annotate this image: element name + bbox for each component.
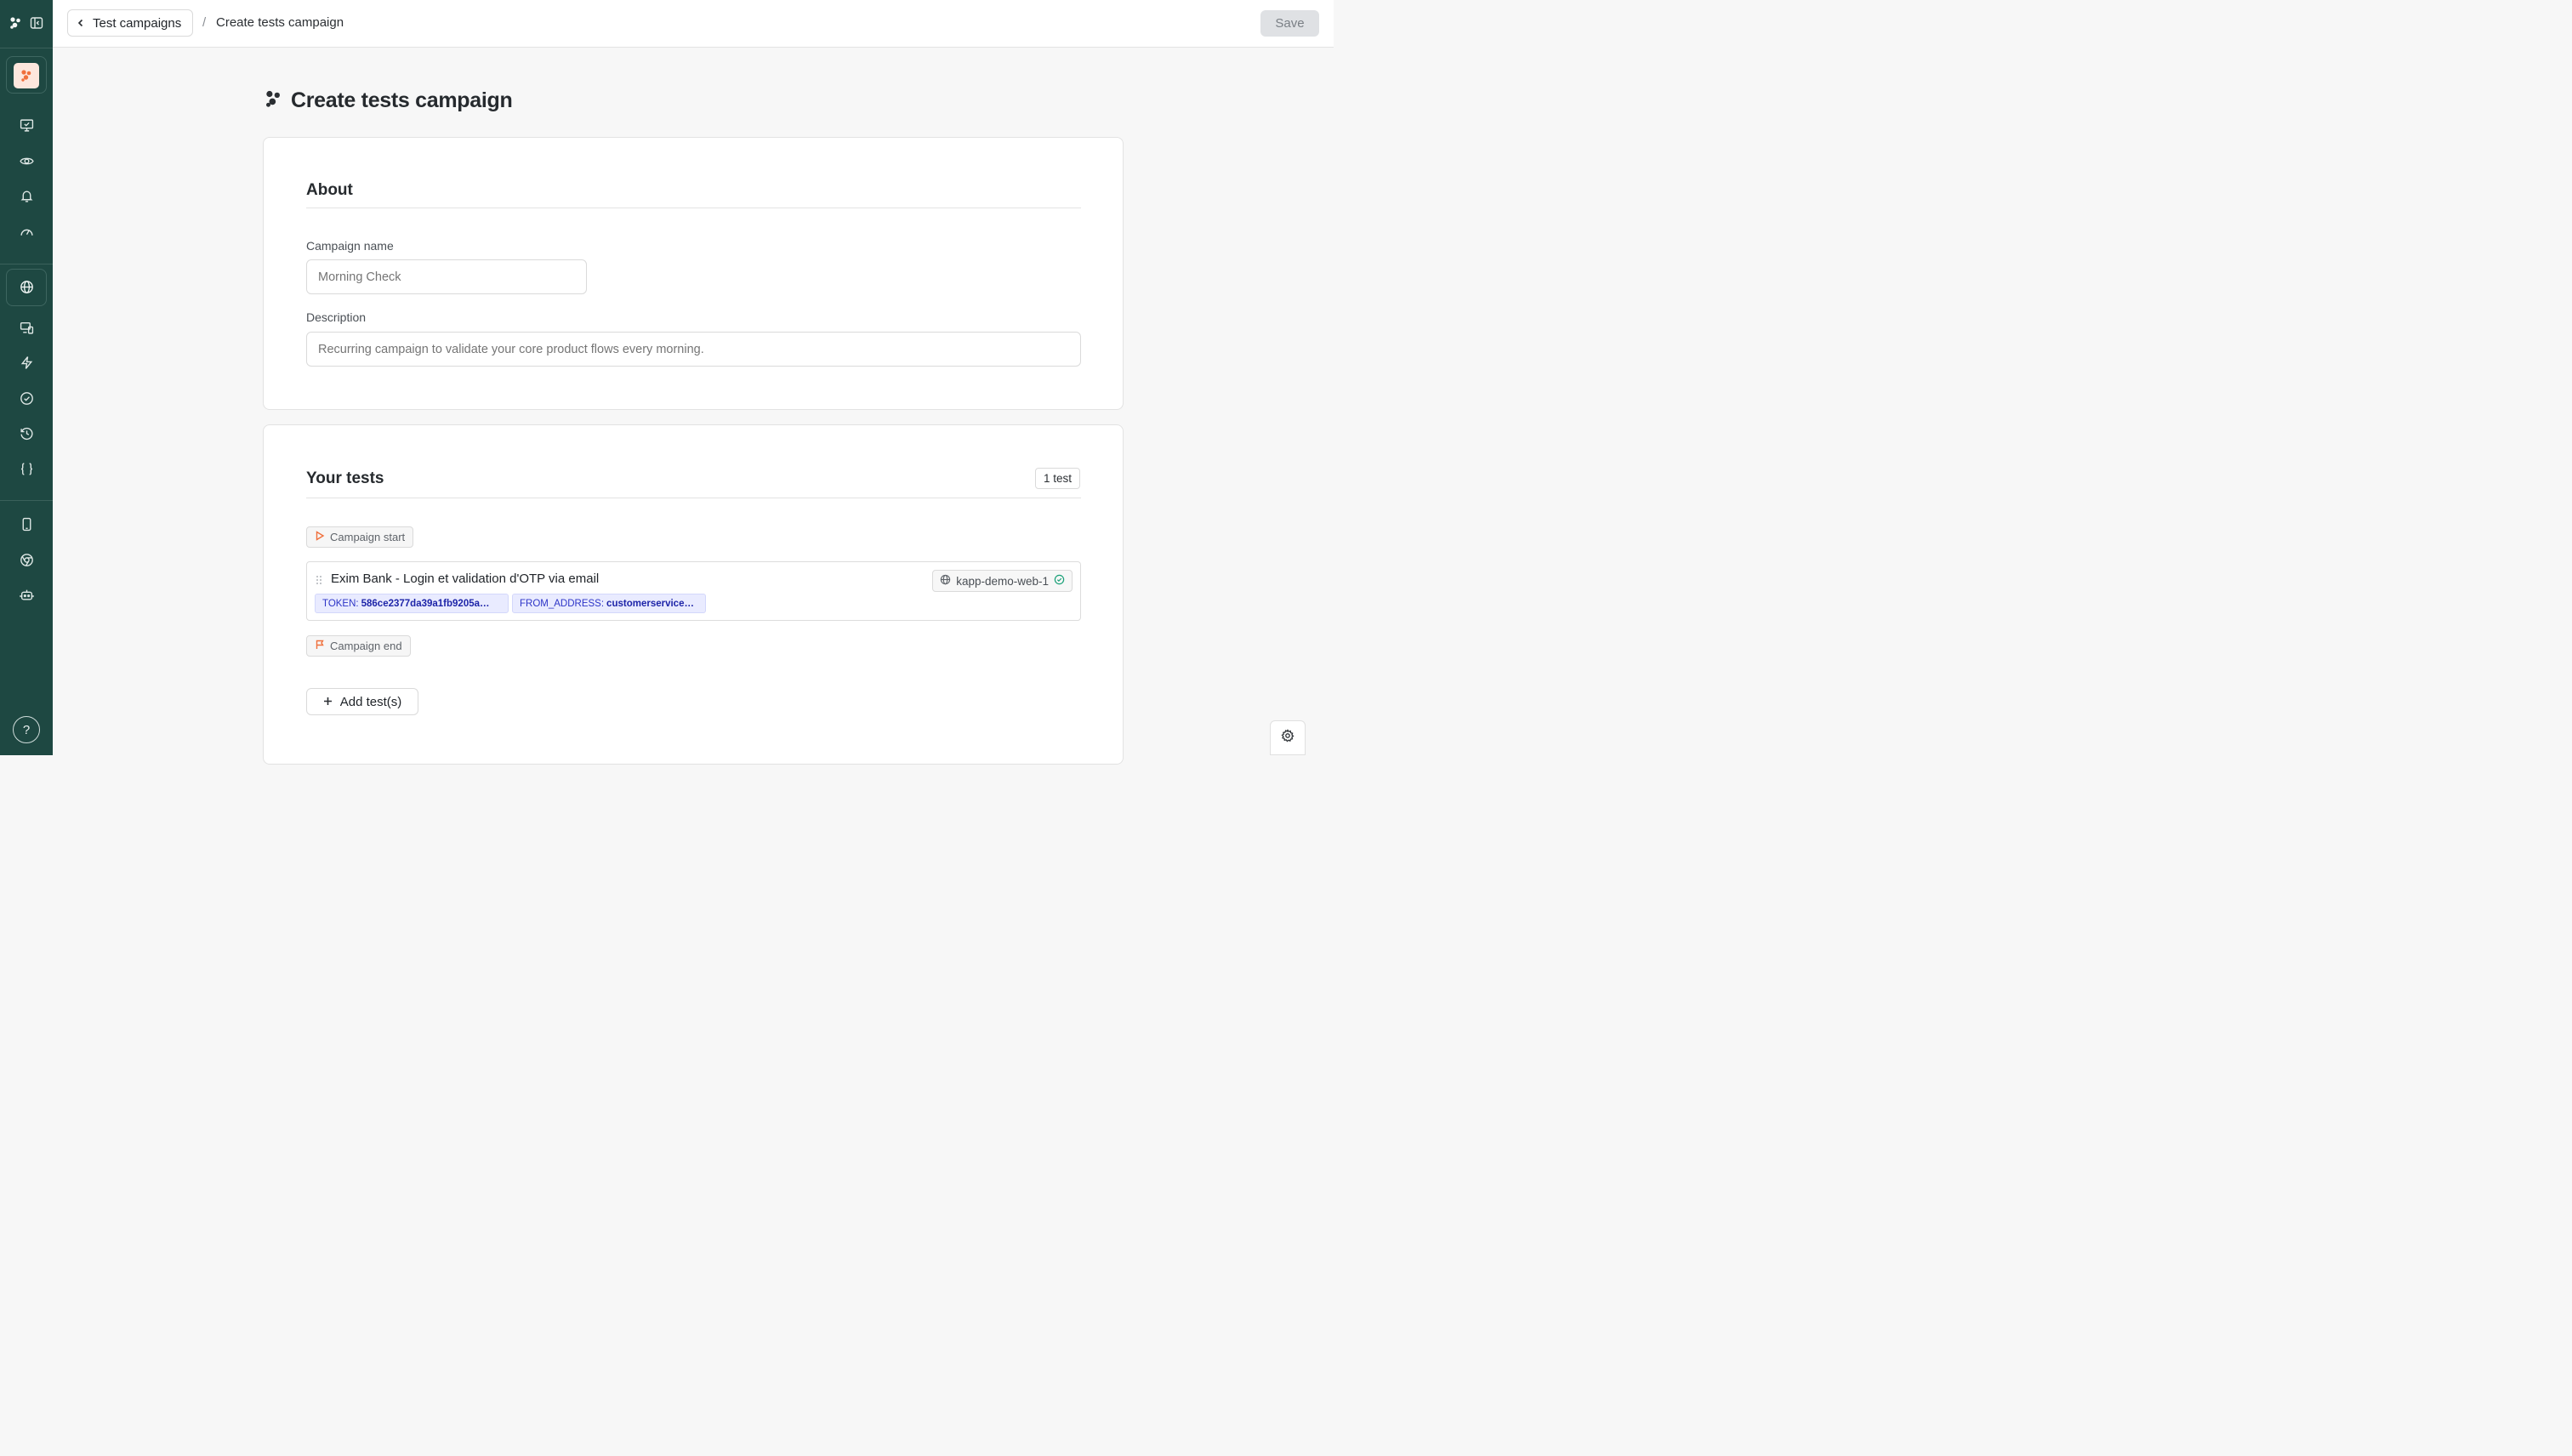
sidebar-top — [0, 0, 53, 48]
add-tests-button[interactable]: Add test(s) — [306, 688, 418, 715]
breadcrumb-separator: / — [202, 15, 207, 30]
help-button[interactable]: ? — [13, 716, 40, 743]
variable-value: 586ce2377da39a1fb9205a… — [361, 598, 490, 609]
environment-name: kapp-demo-web-1 — [956, 574, 1049, 588]
tests-section-title: Your tests — [306, 469, 384, 487]
tests-card: Your tests 1 test Campaign start Exim Ba… — [263, 424, 1124, 765]
campaign-name-input[interactable] — [306, 259, 587, 294]
bolt-icon[interactable] — [18, 354, 35, 371]
check-circle-icon[interactable] — [18, 390, 35, 407]
breadcrumb-current: Create tests campaign — [216, 15, 344, 30]
devices-icon[interactable] — [18, 319, 35, 336]
gauge-icon[interactable] — [18, 223, 35, 240]
tests-count-badge: 1 test — [1034, 468, 1080, 489]
variable-value: customerservice… — [606, 598, 694, 609]
chevron-left-icon — [77, 16, 85, 31]
chrome-icon[interactable] — [18, 551, 35, 568]
mobile-icon[interactable] — [18, 515, 35, 532]
campaign-start-marker: Campaign start — [306, 526, 414, 548]
robot-icon[interactable] — [18, 586, 35, 603]
add-tests-label: Add test(s) — [339, 694, 402, 709]
page-heading: Create tests campaign — [264, 88, 513, 113]
monitor-check-icon[interactable] — [18, 117, 35, 134]
variable-chip-token[interactable]: TOKEN: 586ce2377da39a1fb9205a… — [315, 594, 509, 613]
braces-icon[interactable] — [18, 460, 35, 477]
drag-handle-icon[interactable] — [316, 574, 322, 584]
plus-icon — [323, 695, 333, 709]
about-card: About Campaign name Description — [263, 137, 1124, 410]
check-circle-icon — [1054, 574, 1065, 588]
test-item[interactable]: Exim Bank - Login et validation d'OTP vi… — [306, 561, 1081, 621]
campaign-end-marker: Campaign end — [306, 635, 411, 657]
campaign-icon — [264, 89, 282, 112]
description-input[interactable] — [306, 332, 1081, 367]
sidebar-divider — [0, 500, 53, 501]
globe-icon — [940, 574, 951, 588]
settings-button[interactable] — [1270, 720, 1306, 755]
description-label: Description — [306, 310, 367, 324]
campaign-name-label: Campaign name — [306, 239, 394, 253]
variable-key: TOKEN: — [322, 598, 359, 609]
eye-icon[interactable] — [18, 152, 35, 169]
test-name: Exim Bank - Login et validation d'OTP vi… — [331, 572, 600, 586]
variable-chip-from-address[interactable]: FROM_ADDRESS: customerservice… — [512, 594, 706, 613]
environment-chip[interactable]: kapp-demo-web-1 — [932, 570, 1073, 592]
history-icon[interactable] — [18, 424, 35, 441]
page-title: Create tests campaign — [291, 88, 513, 112]
bell-icon[interactable] — [18, 187, 35, 204]
flag-icon — [315, 640, 325, 652]
about-section-title: About — [306, 181, 353, 199]
back-to-test-campaigns-button[interactable]: Test campaigns — [67, 9, 194, 37]
app-logo-icon[interactable] — [14, 63, 39, 88]
gear-icon — [1281, 729, 1295, 747]
variable-key: FROM_ADDRESS: — [520, 598, 605, 609]
save-button[interactable]: Save — [1260, 10, 1319, 37]
logo-icon[interactable] — [9, 16, 22, 30]
sidebar-toggle-icon[interactable] — [30, 16, 43, 30]
globe-icon[interactable] — [18, 278, 35, 295]
back-button-label: Test campaigns — [93, 15, 182, 31]
play-icon — [315, 531, 325, 543]
top-bar: Test campaigns / Create tests campaign S… — [53, 0, 1334, 48]
campaign-end-label: Campaign end — [330, 640, 402, 652]
help-icon: ? — [22, 722, 31, 737]
sidebar: ? — [0, 0, 53, 755]
campaign-start-label: Campaign start — [330, 531, 406, 543]
